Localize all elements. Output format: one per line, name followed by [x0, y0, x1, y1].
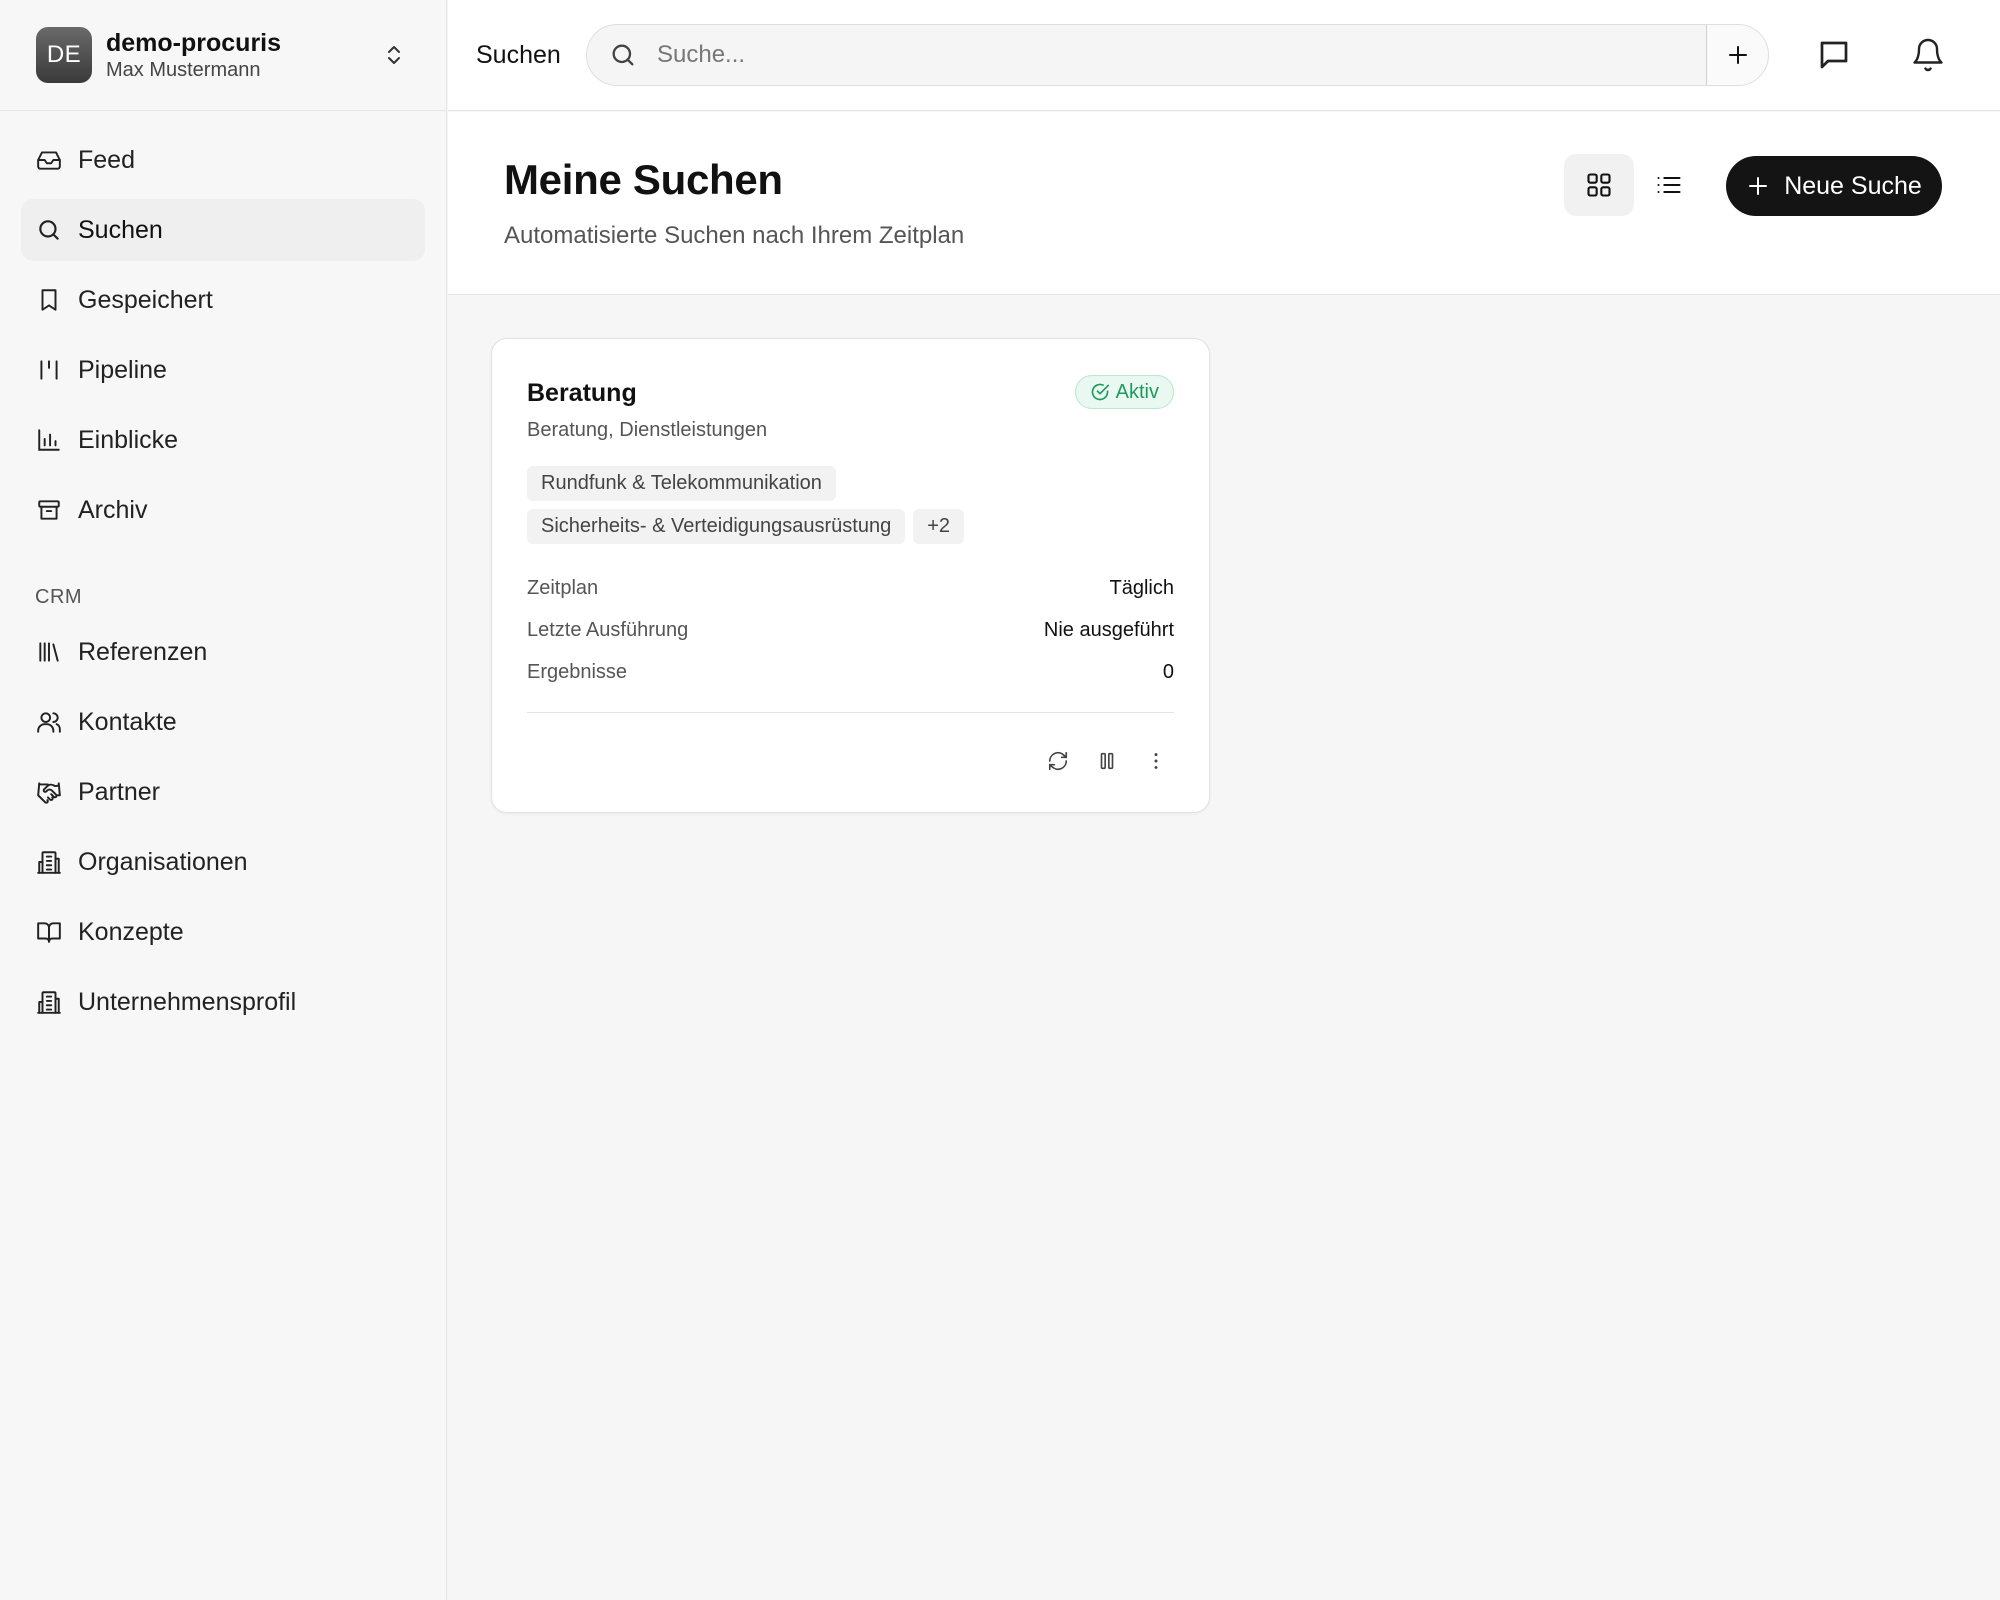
building-icon	[37, 991, 61, 1014]
crm-section-label: CRM	[35, 586, 83, 608]
sidebar-item-partner[interactable]: Partner	[21, 761, 425, 823]
org-text: demo-procuris Max Mustermann	[106, 28, 382, 82]
view-toggle	[1564, 154, 1704, 216]
sidebar-item-label: Gespeichert	[78, 285, 213, 314]
plus-icon	[1728, 46, 1747, 64]
sidebar-item-feed[interactable]: Feed	[21, 129, 425, 191]
handshake-icon	[37, 782, 61, 804]
sidebar-item-pipeline[interactable]: Pipeline	[21, 339, 425, 401]
chevron-up-down-icon	[388, 46, 400, 64]
search-icon	[612, 44, 634, 66]
users-icon	[37, 712, 61, 733]
search-add-button[interactable]	[1706, 25, 1768, 85]
tag-list: Rundfunk & Telekommunikation Sicherheits…	[527, 466, 1187, 552]
sidebar-item-label: Einblicke	[78, 425, 179, 454]
sidebar-item-referenzen[interactable]: Referenzen	[21, 621, 425, 683]
meta-key: Letzte Ausführung	[527, 618, 689, 641]
sidebar-item-label: Kontakte	[78, 707, 177, 736]
more-options-button[interactable]	[1138, 743, 1174, 779]
refresh-button[interactable]	[1040, 743, 1076, 779]
check-circle-icon	[1091, 383, 1109, 401]
building-icon	[37, 851, 61, 874]
pause-icon	[1100, 752, 1114, 770]
grid-icon	[1587, 173, 1611, 197]
archive-icon	[38, 500, 60, 520]
new-search-button[interactable]: Neue Suche	[1726, 156, 1942, 216]
org-avatar: DE	[36, 27, 92, 83]
tag: Sicherheits- & Verteidigungsausrüstung	[527, 509, 906, 544]
meta-key: Ergebnisse	[527, 660, 628, 683]
inbox-icon	[37, 151, 61, 170]
meta-value: 0	[1162, 660, 1174, 683]
sidebar-item-kontakte[interactable]: Kontakte	[21, 691, 425, 753]
page-header: Meine Suchen Automatisierte Suchen nach …	[448, 112, 2000, 295]
search-icon	[39, 220, 59, 240]
page-title: Meine Suchen	[504, 156, 783, 203]
sidebar-item-suchen[interactable]: Suchen	[21, 199, 425, 261]
meta-key: Zeitplan	[527, 576, 599, 599]
message-square-icon	[1820, 41, 1848, 69]
meta-row: Ergebnisse 0	[527, 651, 1174, 693]
sidebar-item-label: Organisationen	[78, 847, 248, 876]
sidebar-item-konzepte[interactable]: Konzepte	[21, 901, 425, 963]
card-divider	[527, 712, 1174, 713]
pause-button[interactable]	[1089, 743, 1125, 779]
messages-button[interactable]	[1806, 27, 1862, 83]
meta-value: Nie ausgeführt	[1043, 618, 1174, 641]
card-actions	[1027, 743, 1174, 779]
sidebar: DE demo-procuris Max Mustermann Feed Suc…	[0, 0, 447, 1600]
main-nav: Feed Suchen Gespeichert Pipeline Einblic…	[0, 111, 446, 1033]
card-title: Beratung	[527, 379, 637, 407]
meta-value: Täglich	[1109, 576, 1174, 599]
meta-row: Letzte Ausführung Nie ausgeführt	[527, 609, 1174, 651]
search-card[interactable]: Beratung Aktiv Beratung, Dienstleistunge…	[491, 338, 1210, 813]
plus-icon	[1749, 177, 1768, 195]
grid-view-button[interactable]	[1564, 154, 1634, 216]
sidebar-item-label: Partner	[78, 777, 160, 806]
org-switcher[interactable]: DE demo-procuris Max Mustermann	[0, 0, 446, 111]
status-label: Aktiv	[1115, 380, 1159, 403]
sidebar-item-label: Suchen	[78, 215, 163, 244]
org-name: demo-procuris	[106, 29, 282, 57]
sidebar-item-archiv[interactable]: Archiv	[21, 479, 425, 541]
library-icon	[39, 642, 59, 662]
sidebar-item-label: Feed	[78, 145, 135, 174]
top-bar: Suchen	[448, 0, 2000, 111]
list-icon	[1657, 176, 1681, 194]
new-search-label: Neue Suche	[1784, 171, 1922, 200]
sidebar-item-label: Unternehmensprofil	[78, 987, 297, 1016]
more-vertical-icon	[1154, 753, 1158, 769]
refresh-icon	[1048, 751, 1068, 771]
sidebar-item-organisationen[interactable]: Organisationen	[21, 831, 425, 893]
pipeline-icon	[40, 360, 58, 380]
bookmark-icon	[41, 289, 57, 311]
sidebar-item-label: Pipeline	[78, 355, 167, 384]
sidebar-item-label: Archiv	[78, 495, 148, 524]
notifications-button[interactable]	[1900, 27, 1956, 83]
tag-row: Sicherheits- & Verteidigungsausrüstung +…	[527, 509, 1187, 544]
bell-icon	[1913, 38, 1943, 72]
book-open-icon	[37, 922, 61, 943]
sidebar-item-gespeichert[interactable]: Gespeichert	[21, 269, 425, 331]
card-subtitle: Beratung, Dienstleistungen	[527, 419, 768, 441]
global-search	[586, 24, 1769, 86]
list-view-button[interactable]	[1634, 154, 1704, 216]
meta-row: Zeitplan Täglich	[527, 567, 1174, 609]
tag-row: Rundfunk & Telekommunikation	[527, 466, 1187, 501]
status-badge: Aktiv	[1074, 375, 1174, 409]
tag: Rundfunk & Telekommunikation	[527, 466, 836, 501]
sidebar-item-label: Konzepte	[78, 917, 184, 946]
search-input[interactable]	[637, 25, 1706, 85]
topbar-title: Suchen	[476, 40, 561, 69]
card-meta: Zeitplan Täglich Letzte Ausführung Nie a…	[527, 567, 1174, 693]
page-subtitle: Automatisierte Suchen nach Ihrem Zeitpla…	[504, 222, 965, 249]
org-user: Max Mustermann	[106, 59, 261, 81]
more-tags-badge[interactable]: +2	[913, 509, 965, 544]
sidebar-item-einblicke[interactable]: Einblicke	[21, 409, 425, 471]
sidebar-item-unternehmensprofil[interactable]: Unternehmensprofil	[21, 971, 425, 1033]
sidebar-item-label: Referenzen	[78, 637, 208, 666]
bar-chart-icon	[38, 429, 60, 451]
